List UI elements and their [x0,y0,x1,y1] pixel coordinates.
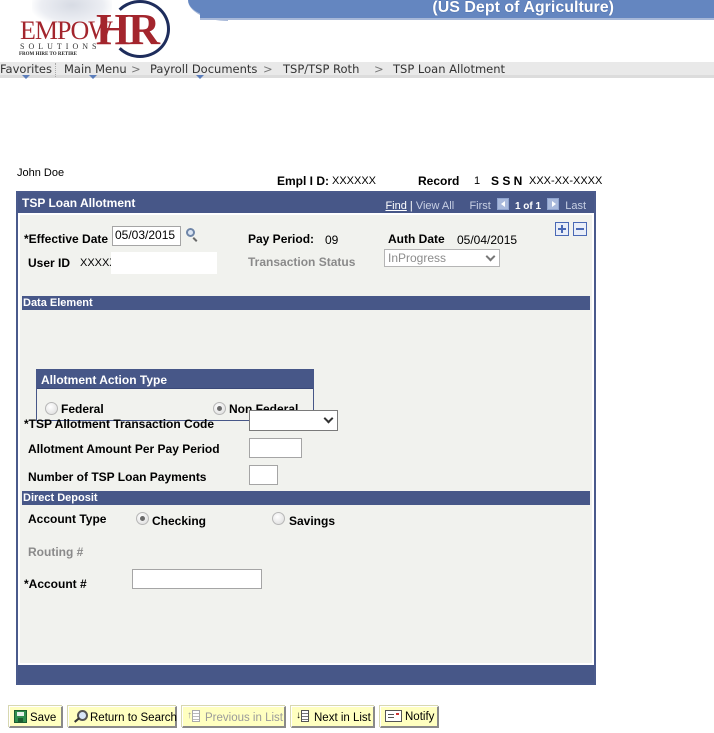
user-id-label: User ID [28,256,71,270]
add-row-icon[interactable] [555,222,569,236]
amount-label: Allotment Amount Per Pay Period [28,442,220,456]
amount-field[interactable] [249,438,302,458]
nav-pipe: | [409,200,413,212]
row-count: 1 of 1 [514,201,542,212]
panel-footer [18,665,594,683]
account-type-label: Account Type [28,512,107,526]
pay-period-label: Pay Period: [248,232,315,246]
non-federal-radio[interactable] [213,402,226,415]
next-list-icon: ↓ [296,710,311,723]
return-to-search-label: Return to Search [90,712,177,724]
empl-id-label: Empl I D: [277,174,330,188]
previous-row-icon[interactable] [496,198,509,210]
routing-label: Routing # [28,545,84,559]
transaction-status-value: InProgress [388,251,447,265]
allotment-action-type-title: Allotment Action Type [37,370,313,389]
chevron-down-icon [323,413,334,424]
transaction-status-select[interactable]: InProgress [384,249,500,267]
logo-brand-hr: HR [96,5,160,54]
save-button-label: Save [30,712,57,724]
checking-label: Checking [152,514,207,528]
federal-label: Federal [61,402,104,416]
auth-date-value: 05/04/2015 [457,233,518,247]
delete-row-icon[interactable] [573,222,587,236]
banner-title: (US Dept of Agriculture) [432,0,614,16]
main-menu-dropdown-icon[interactable] [89,75,97,79]
chevron-down-icon [485,251,496,262]
notify-icon [385,710,402,722]
data-element-section: Data Element [22,296,590,310]
panel-body: *Effective Date 05/03/2015 Pay Period: 0… [20,215,592,663]
view-all-link[interactable]: View All [416,200,454,212]
tsp-loan-allotment-panel: TSP Loan Allotment Find | View All First… [16,191,596,685]
favorites-dropdown-icon[interactable] [22,75,30,79]
next-in-list-button[interactable]: ↓ Next in List [291,706,375,728]
breadcrumb-separator: > [263,62,273,76]
ssn-value: XXX-XX-XXXX [529,175,603,187]
panel-scroll-nav: Find | View All First 1 of 1 Last [385,198,586,212]
save-button[interactable]: Save [9,706,63,728]
nav-favorites[interactable]: Favorites [0,62,52,76]
return-to-search-button[interactable]: Return to Search [68,706,177,728]
next-row-icon[interactable] [547,198,560,210]
previous-in-list-label: Previous in List [205,712,283,724]
federal-radio[interactable] [45,402,58,415]
next-in-list-label: Next in List [314,712,371,724]
record-value: 1 [474,175,481,187]
savings-label: Savings [289,514,336,528]
checking-radio[interactable] [136,512,149,525]
payroll-documents-dropdown-icon[interactable] [196,75,204,79]
ssn-label: S S N [491,174,523,188]
previous-in-list-button[interactable]: ↑ Previous in List [182,706,286,728]
tsp-code-select[interactable] [249,410,338,431]
find-link[interactable]: Find [385,200,406,212]
num-payments-label: Number of TSP Loan Payments [28,470,207,484]
notify-label: Notify [405,711,435,723]
panel-header: TSP Loan Allotment Find | View All First… [18,193,594,213]
first-label: First [469,200,491,212]
user-id-blank [111,252,217,274]
effective-date-label: *Effective Date [24,232,109,246]
nav-payroll-documents[interactable]: Payroll Documents [150,62,257,76]
nav-main-menu[interactable]: Main Menu [64,62,127,76]
effective-date-field[interactable]: 05/03/2015 [112,226,181,246]
auth-date-label: Auth Date [388,232,445,246]
search-icon [73,710,88,723]
record-label: Record [418,174,460,188]
pay-period-value: 09 [325,233,339,247]
previous-list-icon: ↑ [187,710,202,723]
nav-divider [55,63,56,77]
banner-bar: (US Dept of Agriculture) [200,0,714,20]
calendar-lookup-icon[interactable] [186,228,195,237]
save-icon [14,710,27,723]
panel-title: TSP Loan Allotment [22,196,136,210]
breadcrumb-nav: Favorites Main Menu > Payroll Documents … [0,62,714,79]
tsp-code-label: *TSP Allotment Transaction Code [24,417,215,431]
empowhr-logo: EMPOW HR SOLUTIONS FROM HIRE TO RETIRE [14,0,170,62]
breadcrumb-separator: > [374,62,384,76]
direct-deposit-section: Direct Deposit [22,491,590,505]
nav-tsp-loan-allotment[interactable]: TSP Loan Allotment [393,62,505,76]
num-payments-field[interactable] [249,465,278,485]
logo-brand-sub: SOLUTIONS [20,42,101,51]
employee-name: John Doe [17,167,65,179]
breadcrumb-separator: > [131,62,141,76]
savings-radio[interactable] [272,512,285,525]
nav-tsp-roth[interactable]: TSP/TSP Roth [283,62,359,76]
transaction-status-label: Transaction Status [248,255,356,269]
last-label: Last [565,200,586,212]
notify-button[interactable]: Notify [380,706,439,728]
logo-tagline: FROM HIRE TO RETIRE [19,52,78,57]
empl-id-value: XXXXXX [332,175,377,187]
account-field[interactable] [132,569,262,589]
account-label: *Account # [24,577,87,591]
